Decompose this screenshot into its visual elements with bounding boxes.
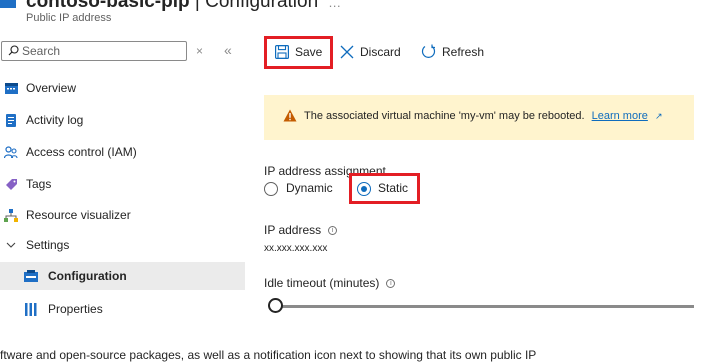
refresh-icon xyxy=(421,44,436,58)
radio-static-label[interactable]: Static xyxy=(378,181,408,195)
chevron-down-icon xyxy=(4,238,18,252)
sidebar-group-settings[interactable]: Settings xyxy=(0,231,245,259)
sidebar-item-access-control[interactable]: Access control (IAM) xyxy=(0,138,245,166)
activity-log-icon xyxy=(4,113,18,127)
save-label: Save xyxy=(295,45,323,59)
clear-search-icon[interactable]: × xyxy=(196,44,203,58)
refresh-button[interactable]: Refresh xyxy=(421,44,484,59)
sidebar-item-label: Configuration xyxy=(48,269,127,283)
idle-timeout-label: Idle timeout (minutes) xyxy=(264,276,380,290)
search-icon xyxy=(8,45,19,56)
tags-icon xyxy=(4,177,18,191)
external-link-icon: ↗ xyxy=(654,111,663,121)
sidebar-item-label: Activity log xyxy=(26,113,84,127)
sidebar-item-label: Properties xyxy=(48,302,103,316)
access-control-icon xyxy=(4,145,18,159)
sidebar-item-tags[interactable]: Tags xyxy=(0,170,245,198)
more-options-icon[interactable]: … xyxy=(328,0,341,10)
info-icon[interactable]: i xyxy=(328,225,338,235)
resource-visualizer-icon xyxy=(4,208,18,222)
sidebar-item-overview[interactable]: Overview xyxy=(0,74,245,102)
radio-dynamic-label[interactable]: Dynamic xyxy=(286,181,333,195)
close-icon xyxy=(340,45,354,59)
sidebar-item-activity-log[interactable]: Activity log xyxy=(0,106,245,134)
info-icon[interactable]: i xyxy=(386,278,396,288)
sidebar-item-configuration[interactable]: Configuration xyxy=(0,262,245,290)
banner-message: The associated virtual machine 'my-vm' m… xyxy=(304,110,662,122)
sidebar-item-properties[interactable]: Properties xyxy=(0,295,245,323)
title-separator: | xyxy=(189,0,206,12)
ip-address-value: xx.xxx.xxx.xxx xyxy=(264,243,328,254)
sidebar-item-label: Settings xyxy=(26,238,70,252)
ip-address-label: IP address xyxy=(264,223,322,237)
idle-timeout-slider-thumb[interactable] xyxy=(268,298,283,313)
ip-address-field-label: IP address i xyxy=(264,223,338,237)
radio-dynamic[interactable] xyxy=(264,182,278,196)
sidebar-item-label: Tags xyxy=(26,177,52,191)
sidebar-item-resource-visualizer[interactable]: Resource visualizer xyxy=(0,201,245,229)
idle-timeout-field-label: Idle timeout (minutes) i xyxy=(264,276,396,290)
save-icon xyxy=(275,45,289,59)
overview-icon xyxy=(4,81,18,95)
discard-button[interactable]: Discard xyxy=(340,45,401,59)
banner-text: The associated virtual machine 'my-vm' m… xyxy=(304,110,585,122)
configuration-icon xyxy=(24,269,38,283)
public-ip-resource-icon xyxy=(0,0,16,8)
discard-label: Discard xyxy=(360,45,401,59)
save-button[interactable]: Save xyxy=(275,45,322,59)
sidebar-item-label: Resource visualizer xyxy=(26,208,131,222)
blade-title: Configuration xyxy=(205,0,319,12)
warning-icon xyxy=(283,109,297,122)
radio-static[interactable] xyxy=(357,182,371,196)
properties-icon xyxy=(24,302,38,316)
idle-timeout-slider-track[interactable] xyxy=(276,305,694,308)
search-placeholder: Search xyxy=(22,44,61,58)
refresh-label: Refresh xyxy=(442,44,485,59)
sidebar-item-label: Access control (IAM) xyxy=(26,145,137,159)
sidebar-item-label: Overview xyxy=(26,81,77,95)
resource-name: contoso-basic-pip xyxy=(26,0,190,12)
learn-more-link[interactable]: Learn more xyxy=(592,110,648,122)
page-subtitle: Public IP address xyxy=(26,12,112,24)
collapse-sidebar-icon[interactable]: « xyxy=(224,42,232,58)
